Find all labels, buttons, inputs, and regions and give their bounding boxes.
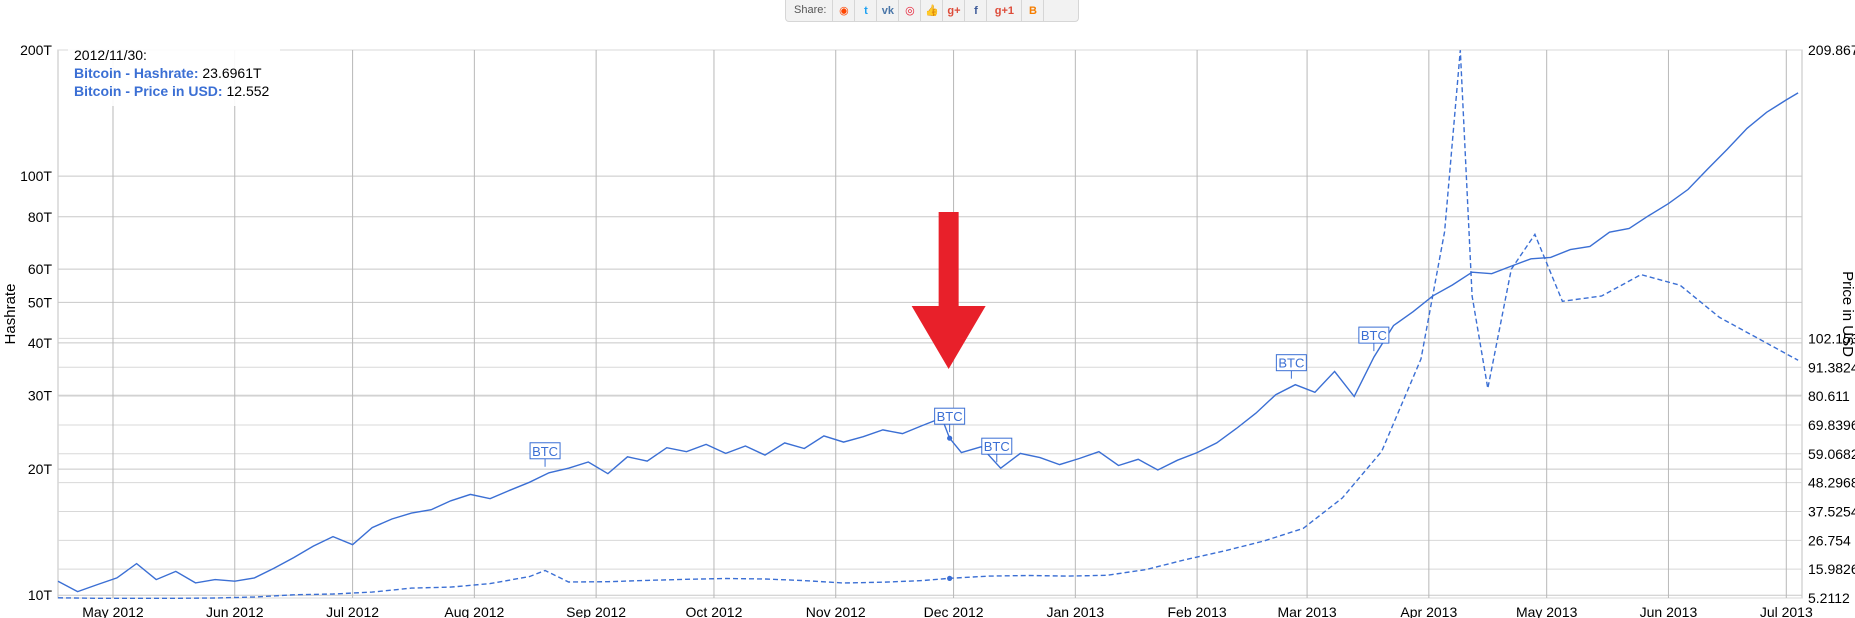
hover-marker-hashrate <box>947 435 953 441</box>
tooltip-date: 2012/11/30: <box>74 47 147 63</box>
flag-marker: BTC <box>981 437 1013 463</box>
tooltip-value-price: 12.552 <box>226 83 269 99</box>
tooltip-label-hashrate: Bitcoin - Hashrate <box>74 65 194 81</box>
y-right-tick-label: 91.3824 <box>1808 359 1855 375</box>
flag-label: BTC <box>1278 356 1304 371</box>
x-tick-label: Nov 2012 <box>806 604 866 618</box>
y-right-tick-label: 209.867 <box>1808 42 1855 58</box>
flag-label: BTC <box>1361 328 1387 343</box>
x-tick-label: Aug 2012 <box>444 604 504 618</box>
flag-label: BTC <box>937 409 963 424</box>
y-right-tick-label: 48.2968 <box>1808 475 1855 491</box>
tooltip: 2012/11/30: Bitcoin - Hashrate: 23.6961T… <box>68 44 280 106</box>
x-tick-label: Dec 2012 <box>924 604 984 618</box>
y-left-tick-label: 40T <box>28 335 53 351</box>
y-right-tick-label: 26.754 <box>1808 532 1851 548</box>
y-right-tick-label: 5.2112 <box>1808 590 1850 606</box>
x-tick-label: Apr 2013 <box>1400 604 1457 618</box>
y-left-tick-label: 200T <box>20 42 52 58</box>
flag-marker: BTC <box>1275 354 1307 379</box>
tooltip-label-price: Bitcoin - Price in USD <box>74 83 218 99</box>
y-right-tick-label: 37.5254 <box>1808 503 1855 519</box>
y-left-tick-label: 20T <box>28 461 53 477</box>
flag-label: BTC <box>532 444 558 459</box>
tooltip-line-price: Bitcoin - Price in USD: 12.552 <box>74 83 270 99</box>
tooltip-line-hashrate: Bitcoin - Hashrate: 23.6961T <box>74 65 262 81</box>
y-right-tick-label: 69.8396 <box>1808 417 1855 433</box>
x-tick-label: Jul 2012 <box>326 604 379 618</box>
flag-marker: BTC <box>934 407 966 433</box>
x-tick-label: Jul 2013 <box>1760 604 1813 618</box>
x-tick-label: Oct 2012 <box>686 604 743 618</box>
y-left-axis-title: Hashrate <box>2 284 19 345</box>
x-tick-label: Jun 2013 <box>1640 604 1698 618</box>
tooltip-value-hashrate: 23.6961T <box>202 65 262 81</box>
y-right-tick-label: 80.611 <box>1808 388 1850 404</box>
flag-label: BTC <box>984 439 1010 454</box>
y-right-axis-title: Price in USD <box>1839 271 1855 357</box>
x-tick-label: Sep 2012 <box>566 604 626 618</box>
flag-marker: BTC <box>1358 326 1390 352</box>
red-arrow-annotation <box>911 212 986 369</box>
chart: 10T20T30T40T50T60T80T100T200T 209.867102.… <box>2 42 1855 618</box>
x-tick-label: Feb 2013 <box>1168 604 1227 618</box>
y-left-tick-label: 60T <box>28 261 53 277</box>
y-right-tick-label: 59.0682 <box>1808 446 1855 462</box>
y-left-tick-label: 50T <box>28 294 53 310</box>
x-tick-label: Jun 2012 <box>206 604 264 618</box>
series-line-hashrate <box>57 92 1799 593</box>
red-arrow-icon <box>911 212 986 369</box>
x-tick-label: May 2012 <box>82 604 144 618</box>
y-left-tick-label: 100T <box>20 168 52 184</box>
y-left-tick-label: 80T <box>28 209 53 225</box>
y-right-tick-label: 15.9826 <box>1808 561 1855 577</box>
flag-marker: BTC <box>529 442 561 467</box>
x-tick-label: May 2013 <box>1516 604 1578 618</box>
x-tick-label: Jan 2013 <box>1047 604 1105 618</box>
hover-marker-price <box>947 575 953 581</box>
x-tick-label: Mar 2013 <box>1278 604 1337 618</box>
y-left-tick-label: 10T <box>28 587 53 603</box>
y-left-tick-label: 30T <box>28 387 53 403</box>
